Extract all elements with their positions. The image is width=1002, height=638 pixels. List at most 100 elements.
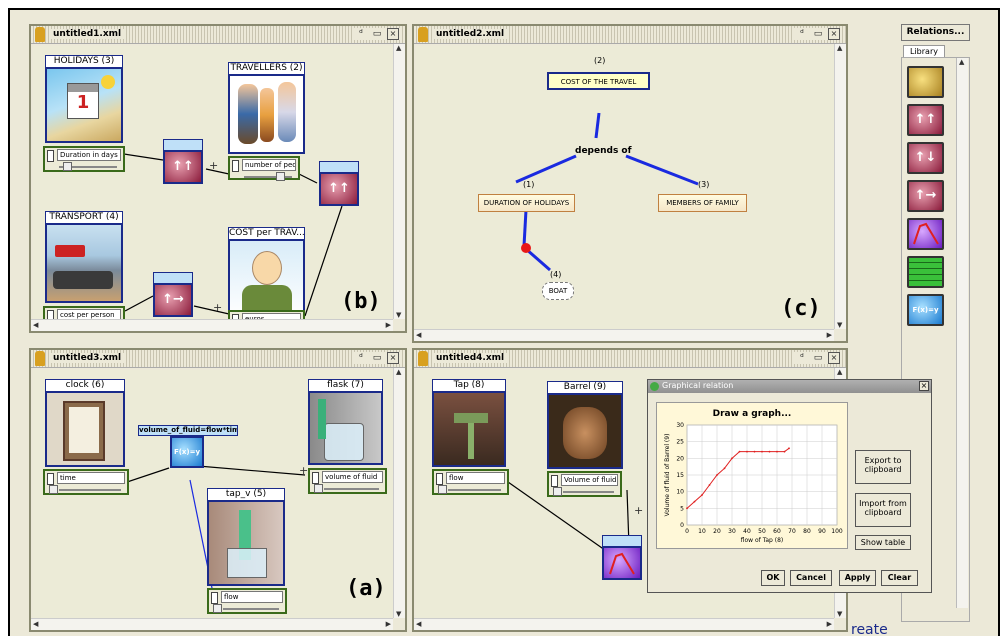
window-title: untitled1.xml [49,29,126,39]
transport-slider[interactable]: cost per person [43,306,125,319]
vertical-scrollbar[interactable]: ▲ ▼ [834,44,846,329]
relations-button[interactable]: Relations... [901,24,970,41]
transport-node[interactable]: TRANSPORT (4) [45,211,123,303]
table-icon[interactable] [907,256,944,288]
titlebar[interactable]: untitled3.xml ᵈ ▭ × [31,350,405,368]
holidays-node[interactable]: HOLIDAYS (3) 1 [45,55,123,143]
barrel-node[interactable]: Barrel (9) [547,381,623,469]
x-axis-label: flow of Tap (8) [741,537,784,544]
concept-duration-of-holidays[interactable]: DURATION OF HOLIDAYS [478,194,575,212]
slider-thumb[interactable] [438,485,447,494]
clock-image [45,391,125,467]
tap-node[interactable]: Tap (8) [432,379,506,467]
holidays-slider[interactable]: Duration in days [43,146,125,172]
export-to-clipboard-button[interactable]: Export to clipboard [855,450,911,484]
clock-slider[interactable]: time [43,469,129,495]
library-scrollbar[interactable]: ▲ [956,58,968,608]
formula-label: volume_of_fluid=flow*time [138,425,238,436]
slider-thumb[interactable] [213,604,222,613]
show-table-button[interactable]: Show table [855,535,911,550]
tap-slider[interactable]: flow [432,469,509,495]
barrel-slider[interactable]: Volume of fluid [547,471,622,497]
arrow-up-up-icon[interactable]: ↑↑ [907,104,944,136]
flask-slider[interactable]: volume of fluid [308,468,387,494]
sofa-icon[interactable] [907,66,944,98]
tap-v-node[interactable]: tap_v (5) [207,488,285,586]
model-canvas[interactable]: HOLIDAYS (3) 1 Duration in days ↑↑ + TRA… [33,46,393,319]
travellers-node[interactable]: TRAVELLERS (2) [228,62,305,154]
function-icon[interactable]: F(x)=y [907,294,944,326]
relation-label[interactable]: depends of [575,146,632,156]
slider-label: volume of fluid [322,471,383,483]
close-icon[interactable]: × [919,381,929,391]
relation-node-1[interactable]: ↑↑ [163,139,203,184]
horizontal-scrollbar[interactable]: ◀ ▶ [31,618,393,630]
lock-icon[interactable] [211,592,218,604]
maximize-icon[interactable]: ▭ [812,352,824,364]
maximize-icon[interactable]: ▭ [371,28,383,40]
slider-thumb[interactable] [63,162,72,171]
formula-relation[interactable]: volume_of_fluid=flow*time F(x)=y [138,425,238,469]
travellers-slider[interactable]: number of people [228,156,300,181]
maximize-icon[interactable]: ▭ [371,352,383,364]
ok-button[interactable]: OK [761,570,785,586]
lock-icon[interactable] [551,475,558,487]
horizontal-scrollbar[interactable]: ◀ ▶ [31,319,393,331]
arrow-up-down-icon[interactable]: ↑↓ [907,142,944,174]
tap-v-slider[interactable]: flow [207,588,287,614]
slider-thumb[interactable] [49,485,58,494]
panel-label-c: (c) [781,296,821,321]
close-icon[interactable]: × [387,28,399,40]
cost-slider[interactable]: euros [228,310,305,319]
graph-icon[interactable] [907,218,944,250]
lock-icon[interactable] [47,473,54,485]
titlebar[interactable]: untitled2.xml ᵈ ▭ × [414,26,846,44]
slider-thumb[interactable] [553,487,562,496]
data-point [738,450,741,453]
link-handle[interactable] [521,243,531,253]
lock-icon[interactable] [47,150,54,162]
data-point [716,474,718,476]
close-icon[interactable]: × [828,28,840,40]
relation-node-3[interactable]: ↑→ [153,272,193,317]
lock-icon[interactable] [47,310,54,319]
file-icon [35,27,45,42]
lock-icon[interactable] [436,473,443,485]
slider-thumb[interactable] [276,172,285,181]
restore-icon[interactable]: ᵈ [796,352,808,364]
graph-relation-node[interactable] [602,535,642,581]
lock-icon[interactable] [312,472,319,484]
concept-boat[interactable]: BOAT [542,282,574,300]
y-tick-label: 25 [676,439,684,446]
horizontal-scrollbar[interactable]: ◀ ▶ [414,618,834,630]
lock-icon[interactable] [232,160,239,172]
concept-cost-of-travel[interactable]: COST OF THE TRAVEL [547,72,650,90]
close-icon[interactable]: × [387,352,399,364]
clear-button[interactable]: Clear [881,570,918,586]
restore-icon[interactable]: ᵈ [355,352,367,364]
concept-map-canvas[interactable]: (2) COST OF THE TRAVEL depends of (1) DU… [416,46,834,329]
titlebar[interactable]: untitled4.xml ᵈ ▭ × [414,350,846,368]
vertical-scrollbar[interactable]: ▲ ▼ [393,368,405,618]
restore-icon[interactable]: ᵈ [796,28,808,40]
relation-node-2[interactable]: ↑↑ [319,161,359,206]
arrow-up-right-icon[interactable]: ↑→ [907,180,944,212]
model-canvas[interactable]: clock (6) time volume_of_fluid=flow*time… [33,370,393,618]
titlebar[interactable]: untitled1.xml ᵈ ▭ × [31,26,405,44]
concept-members-of-family[interactable]: MEMBERS OF FAMILY [658,194,747,212]
import-from-clipboard-button[interactable]: Import from clipboard [855,493,911,527]
apply-button[interactable]: Apply [839,570,876,586]
flask-node[interactable]: flask (7) [308,379,383,465]
vertical-scrollbar[interactable]: ▲ ▼ [393,44,405,319]
slider-thumb[interactable] [314,484,323,493]
cost-node[interactable]: COST per TRAV... [228,227,305,319]
app-icon [650,382,659,391]
graph-area[interactable]: Draw a graph... 0 10 20 30 40 50 60 70 80 90 100 0 5… [656,402,848,549]
restore-icon[interactable]: ᵈ [355,28,367,40]
clock-node[interactable]: clock (6) [45,379,125,467]
cancel-button[interactable]: Cancel [790,570,832,586]
maximize-icon[interactable]: ▭ [812,28,824,40]
close-icon[interactable]: × [828,352,840,364]
dialog-titlebar[interactable]: Graphical relation × [648,380,931,393]
horizontal-scrollbar[interactable]: ◀ ▶ [414,329,834,341]
